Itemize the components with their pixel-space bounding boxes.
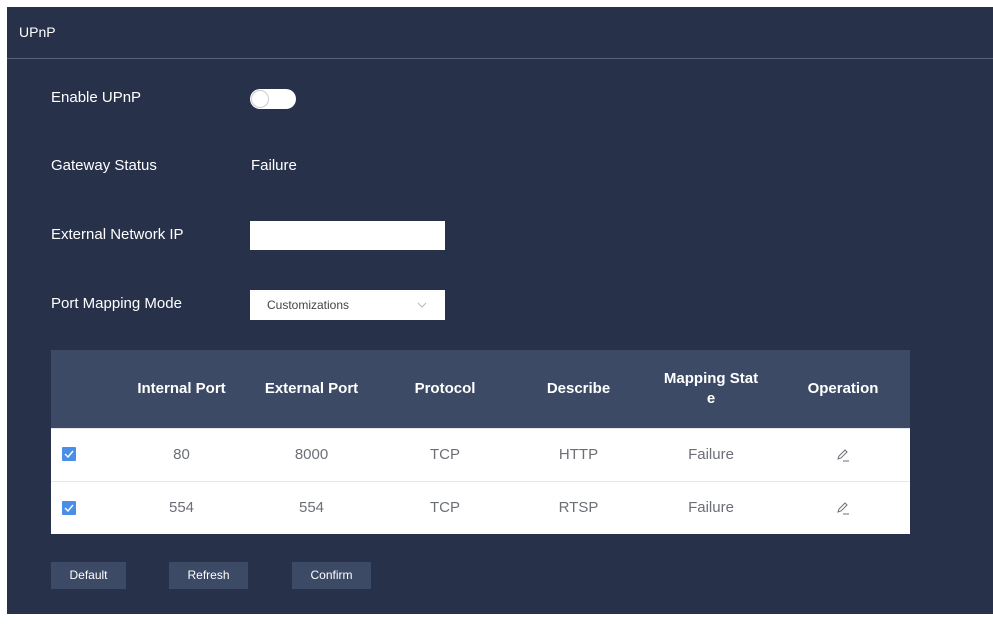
- upnp-panel: UPnP Enable UPnP Gateway Status Failure …: [7, 7, 993, 614]
- describe-cell: RTSP: [558, 499, 599, 517]
- pencil-edit-icon[interactable]: [835, 500, 851, 516]
- header-protocol: Protocol: [414, 379, 476, 397]
- describe-cell: HTTP: [558, 446, 599, 463]
- default-button[interactable]: Default: [51, 562, 126, 589]
- enable-upnp-label: Enable UPnP: [51, 89, 142, 106]
- header-select: [51, 350, 119, 428]
- port-mapping-table: Internal Port External Port Protocol Des…: [51, 350, 910, 534]
- table-row: 80 8000 TCP HTTP Failure: [51, 428, 910, 481]
- operation-cell: [776, 481, 910, 534]
- protocol-cell: TCP: [430, 446, 460, 463]
- header-mapping-state-line2: e: [706, 389, 716, 407]
- external-port-cell: 8000: [294, 446, 329, 463]
- external-port-cell: 554: [298, 499, 325, 517]
- toggle-knob: [252, 91, 268, 107]
- row-checkbox[interactable]: [62, 447, 76, 462]
- row-select-cell: [51, 481, 119, 534]
- external-ip-input[interactable]: [250, 221, 445, 250]
- gateway-status-value: Failure: [251, 157, 297, 174]
- header-internal-port: Internal Port: [137, 379, 226, 397]
- protocol-cell: TCP: [430, 499, 460, 517]
- title-divider: [7, 58, 993, 59]
- mapping-state-cell: Failure: [688, 499, 734, 517]
- confirm-button[interactable]: Confirm: [292, 562, 371, 589]
- internal-port-cell: 80: [173, 446, 190, 463]
- enable-upnp-toggle[interactable]: [250, 89, 296, 109]
- refresh-button[interactable]: Refresh: [169, 562, 248, 589]
- port-mapping-mode-select[interactable]: Customizations: [250, 290, 445, 320]
- row-select-cell: [51, 428, 119, 481]
- header-operation: Operation: [807, 379, 879, 397]
- table-header-row: Internal Port External Port Protocol Des…: [51, 350, 910, 428]
- checkmark-icon: [64, 450, 74, 459]
- mapping-state-cell: Failure: [688, 446, 734, 463]
- header-external-port: External Port: [264, 379, 359, 397]
- chevron-down-icon: [417, 302, 427, 308]
- gateway-status-label: Gateway Status: [51, 157, 157, 174]
- table-row: 554 554 TCP RTSP Failure: [51, 481, 910, 534]
- port-mapping-mode-label: Port Mapping Mode: [51, 295, 182, 312]
- header-describe: Describe: [546, 379, 611, 397]
- checkmark-icon: [64, 504, 74, 512]
- panel-title: UPnP: [19, 24, 56, 40]
- row-checkbox[interactable]: [62, 500, 76, 515]
- external-ip-label: External Network IP: [51, 226, 184, 243]
- header-mapping-state-line1: Mapping Stat: [663, 369, 759, 387]
- operation-cell: [776, 428, 910, 481]
- pencil-edit-icon[interactable]: [835, 447, 851, 463]
- header-mapping-state: Mapping Stat e: [646, 350, 776, 428]
- port-mapping-mode-value: Customizations: [267, 298, 350, 312]
- internal-port-cell: 554: [168, 499, 195, 517]
